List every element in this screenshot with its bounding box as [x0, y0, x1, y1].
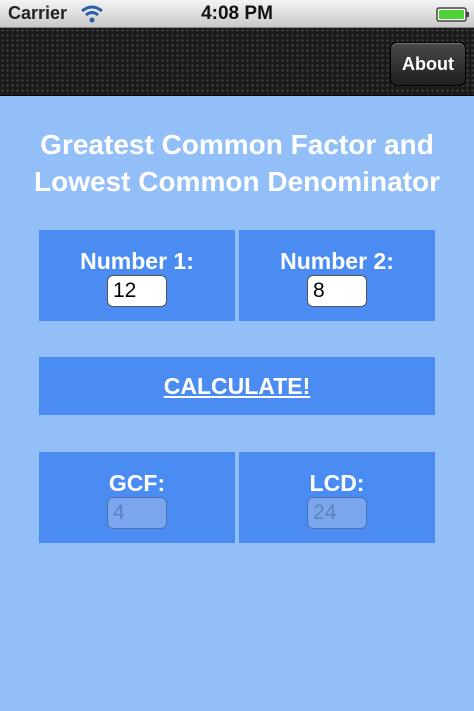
number2-label: Number 2:	[280, 248, 394, 274]
status-time: 4:08 PM	[201, 3, 273, 24]
status-bar: Carrier 4:08 PM	[0, 0, 474, 28]
gcf-panel: GCF: 4	[39, 452, 235, 543]
about-button[interactable]: About	[390, 42, 466, 86]
number1-label: Number 1:	[80, 248, 194, 274]
lcd-result-field: 24	[307, 497, 367, 529]
lcd-label: LCD:	[309, 470, 365, 496]
calculate-button[interactable]: CALCULATE!	[39, 357, 435, 415]
number2-input[interactable]: 8	[307, 275, 367, 307]
battery-icon	[436, 7, 469, 22]
title-line-1: Greatest Common Factor and	[40, 129, 434, 160]
title-line-2: Lowest Common Denominator	[33, 166, 440, 197]
number1-input[interactable]: 12	[107, 275, 167, 307]
gcf-result-field: 4	[107, 497, 167, 529]
page-title: Greatest Common Factor and Lowest Common…	[0, 126, 474, 200]
navigation-bar: About	[0, 28, 474, 96]
number1-panel: Number 1: 12	[39, 230, 235, 321]
gcf-label: GCF:	[108, 470, 166, 496]
lcd-panel: LCD: 24	[239, 452, 435, 543]
number2-panel: Number 2: 8	[239, 230, 435, 321]
